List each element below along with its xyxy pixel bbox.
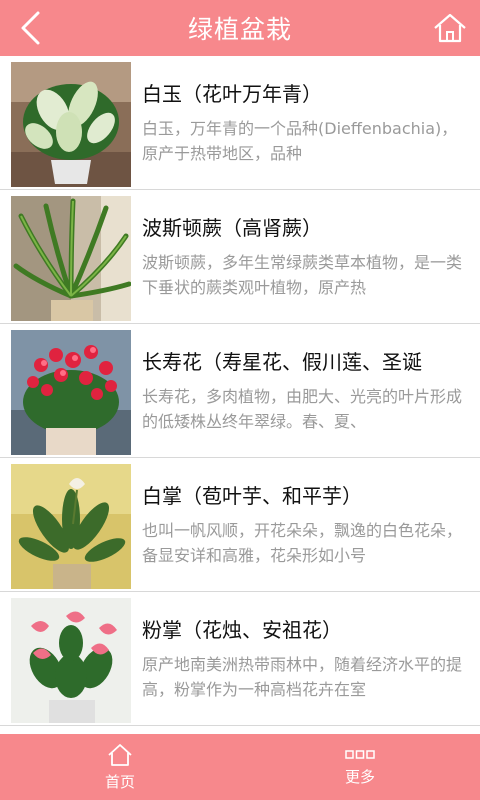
item-title: 波斯顿蕨（高肾蕨）	[142, 216, 322, 240]
tab-more-label: 更多	[344, 767, 375, 786]
plant-thumbnail	[11, 464, 131, 589]
list-item[interactable]: 粉掌（花烛、安祖花） 原产地南美洲热带雨林中，随着经济水平的提高，粉掌作为一种高…	[0, 592, 480, 726]
list-item[interactable]: 白掌（苞叶芋、和平芋） 也叫一帆风顺，开花朵朵，飘逸的白色花朵，备显安详和高雅，…	[0, 458, 480, 592]
plant-list[interactable]: 白玉（花叶万年青） 白玉，万年青的一个品种(Dieffenbachia)，原产于…	[0, 56, 480, 734]
home-button[interactable]	[430, 9, 470, 47]
plant-thumbnail	[11, 196, 131, 321]
item-title: 长寿花（寿星花、假川莲、圣诞	[142, 350, 422, 374]
item-title: 白掌（苞叶芋、和平芋）	[142, 484, 362, 508]
item-description: 白玉，万年青的一个品种(Dieffenbachia)，原产于热带地区，品种	[142, 119, 458, 163]
item-description: 波斯顿蕨，多年生常绿蕨类草本植物，是一类下垂状的蕨类观叶植物，原产热	[142, 253, 462, 297]
plant-thumbnail	[11, 598, 131, 723]
item-title: 白玉（花叶万年青）	[142, 82, 322, 106]
list-item[interactable]: 长寿花（寿星花、假川莲、圣诞 长寿花，多肉植物，由肥大、光亮的叶片形成的低矮株丛…	[0, 324, 480, 458]
back-button[interactable]	[10, 8, 50, 48]
tab-home-label: 首页	[104, 772, 135, 791]
home-icon	[434, 13, 466, 43]
tab-home[interactable]: 首页	[0, 734, 240, 800]
bottom-tab-bar: 首页 更多	[0, 734, 480, 800]
top-bar: 绿植盆栽	[0, 0, 480, 56]
plant-thumbnail	[11, 330, 131, 455]
more-icon	[345, 749, 375, 759]
item-description: 长寿花，多肉植物，由肥大、光亮的叶片形成的低矮株丛终年翠绿。春、夏、	[142, 387, 462, 431]
chevron-left-icon	[21, 11, 40, 45]
item-title: 粉掌（花烛、安祖花）	[142, 618, 342, 642]
item-description: 也叫一帆风顺，开花朵朵，飘逸的白色花朵，备显安详和高雅，花朵形如小号	[142, 521, 462, 565]
list-item[interactable]: 白玉（花叶万年青） 白玉，万年青的一个品种(Dieffenbachia)，原产于…	[0, 56, 480, 190]
plant-thumbnail	[11, 62, 131, 187]
list-item[interactable]: 波斯顿蕨（高肾蕨） 波斯顿蕨，多年生常绿蕨类草本植物，是一类下垂状的蕨类观叶植物…	[0, 190, 480, 324]
page-title: 绿植盆栽	[187, 15, 292, 44]
app-root: 绿植盆栽 白玉（花叶万年青） 白玉，万年青的一个品种(Dieffenbachia…	[0, 0, 480, 800]
home-icon	[108, 743, 132, 766]
item-description: 原产地南美洲热带雨林中，随着经济水平的提高，粉掌作为一种高档花卉在室	[142, 655, 462, 699]
tab-more[interactable]: 更多	[240, 734, 480, 800]
